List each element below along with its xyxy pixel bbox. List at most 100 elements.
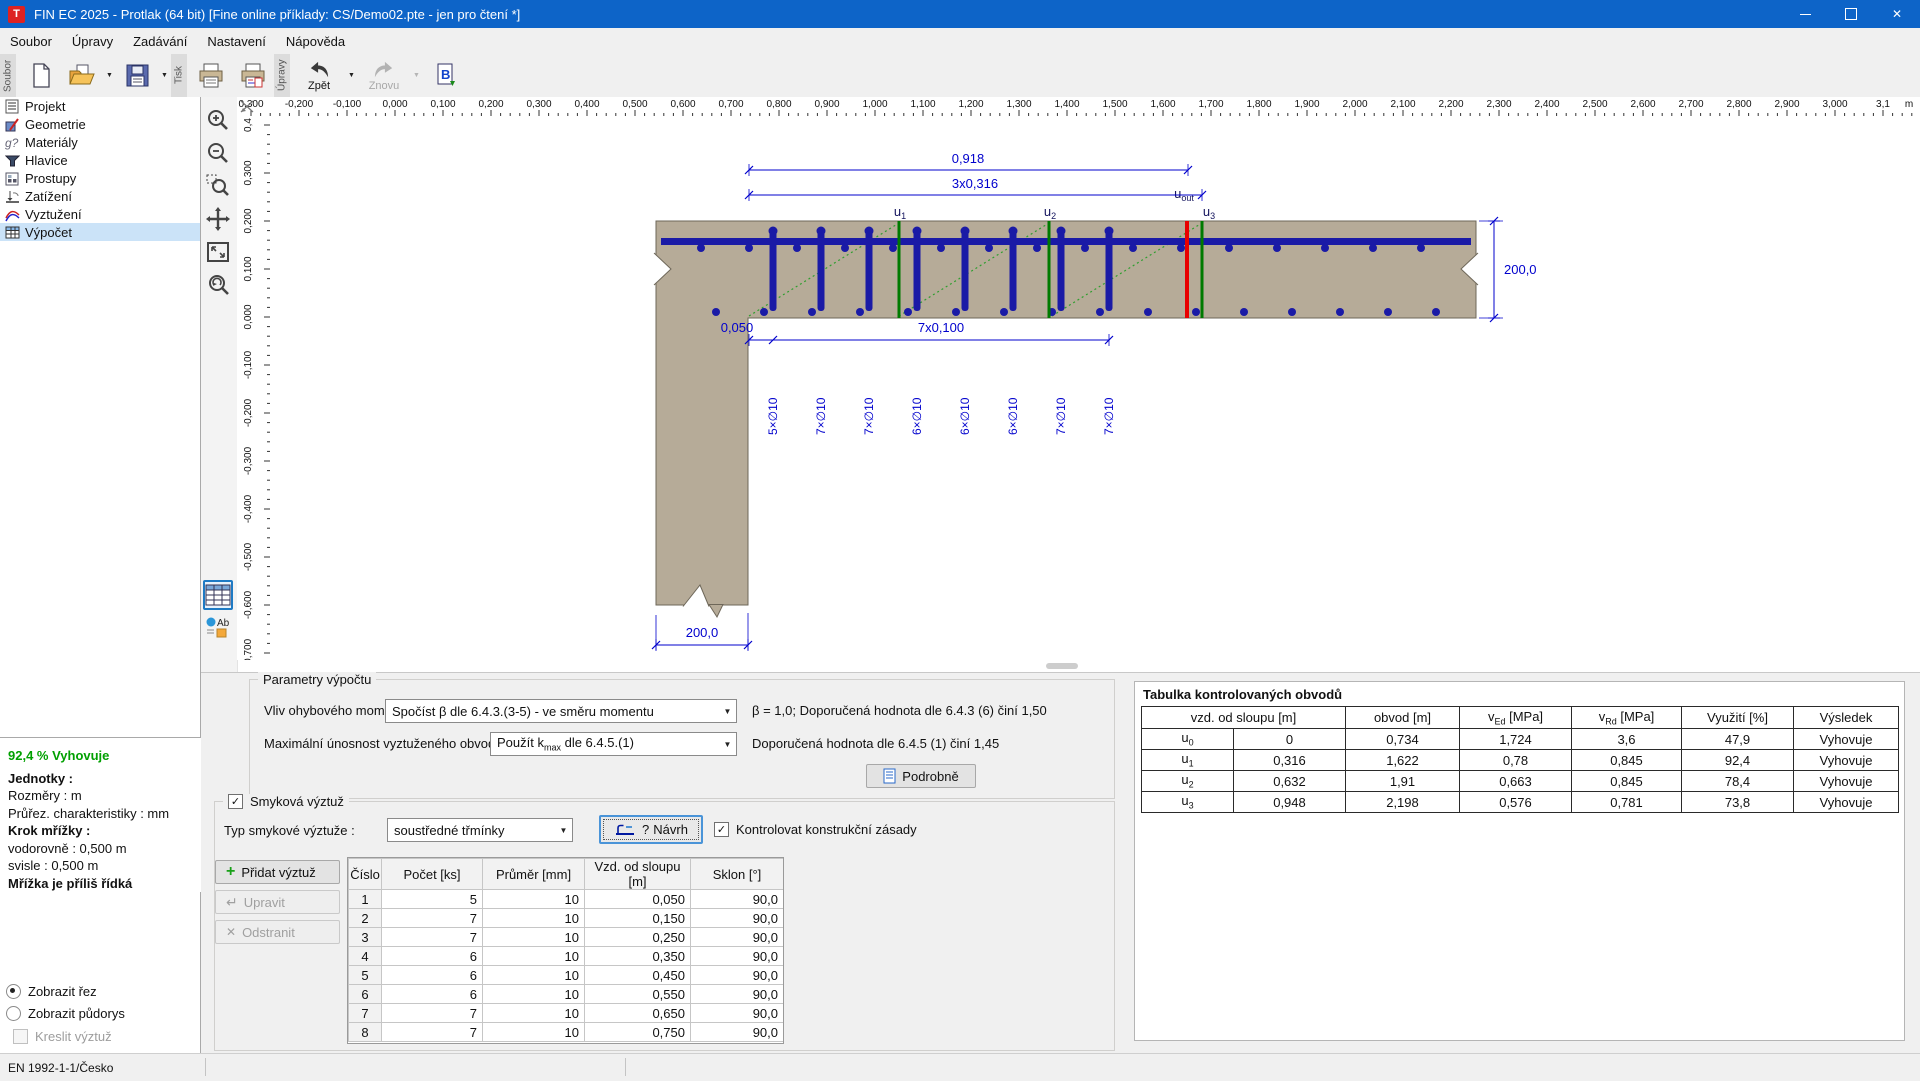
menu-item[interactable]: Soubor	[0, 28, 62, 54]
perimeter-u1-line	[898, 221, 901, 318]
model-canvas[interactable]: 5×∅107×∅107×∅106×∅106×∅106×∅107×∅107×∅10…	[271, 117, 1920, 660]
zoom-window-icon	[205, 173, 231, 199]
perimeter-u3-line	[1201, 221, 1204, 318]
menu-item[interactable]: Úpravy	[62, 28, 123, 54]
header-distance: vzd. od sloupu [m]	[1142, 707, 1346, 729]
table-row[interactable]: 46100,35090,0	[349, 947, 784, 966]
results-cell: 0,576	[1460, 792, 1572, 813]
table-row[interactable]: 77100,65090,0	[349, 1004, 784, 1023]
results-cell: 2,198	[1346, 792, 1460, 813]
perimeter-name: u0	[1142, 729, 1234, 750]
open-file-button[interactable]	[61, 56, 103, 96]
moment-combo[interactable]: Spočíst β dle 6.4.3.(3-5) - ve směru mom…	[385, 699, 737, 723]
add-reinforcement-button[interactable]: + Přidat výztuž	[215, 860, 340, 884]
header-perimeter: obvod [m]	[1346, 707, 1460, 729]
column-header: Číslo	[349, 859, 382, 890]
open-dropdown-arrow[interactable]: ▼	[103, 58, 116, 94]
table-row[interactable]: 37100,25090,0	[349, 928, 784, 947]
shear-type-combo[interactable]: soustředné třmínky ▼	[387, 818, 573, 842]
undo-dropdown-arrow[interactable]: ▼	[345, 58, 358, 94]
toolbar-group-edit-label: Úpravy	[274, 54, 290, 97]
radio-show-plan[interactable]: Zobrazit půdorys	[6, 1006, 125, 1021]
new-file-button[interactable]	[19, 56, 61, 96]
export-results-button[interactable]: B	[429, 56, 465, 96]
sidebar-item-5[interactable]: Prostupy	[0, 169, 200, 187]
menu-item[interactable]: Nápověda	[276, 28, 355, 54]
detail-button[interactable]: Podrobně	[866, 764, 976, 788]
show-table-button[interactable]	[203, 580, 233, 610]
menu-item[interactable]: Nastavení	[197, 28, 276, 54]
perimeter-name: u1	[1142, 750, 1234, 771]
pan-icon	[205, 206, 231, 232]
close-button[interactable]: ✕	[1874, 0, 1920, 28]
table-cell: 0,450	[585, 966, 691, 985]
stirrup-label: 7×∅10	[1102, 397, 1116, 435]
rebar-dot	[1240, 308, 1248, 316]
svg-text:2,800: 2,800	[1726, 99, 1751, 110]
zoom-window-button[interactable]	[203, 171, 233, 201]
edit-reinforcement-button[interactable]: ↵ Upravit	[215, 890, 340, 914]
table-cell: 10	[483, 947, 585, 966]
kmax-combo[interactable]: Použít kmax dle 6.4.5.(1) ▼	[490, 732, 737, 756]
rebar-dot	[1432, 308, 1440, 316]
undo-button[interactable]: Zpět	[293, 55, 345, 96]
table-cell: 10	[483, 966, 585, 985]
tree-item-icon: g?	[4, 134, 21, 150]
table-cell: 8	[349, 1023, 382, 1042]
results-cell: 0,845	[1572, 750, 1682, 771]
svg-text:1,300: 1,300	[1006, 99, 1031, 110]
results-cell: 0,781	[1572, 792, 1682, 813]
menu-bar: SouborÚpravyZadáváníNastaveníNápověda	[0, 28, 1920, 55]
print-button[interactable]	[190, 56, 232, 96]
results-cell: Vyhovuje	[1794, 750, 1899, 771]
redo-button[interactable]: Znovu	[358, 55, 410, 96]
table-row[interactable]: 15100,05090,0	[349, 890, 784, 909]
sidebar-item-2[interactable]: Geometrie	[0, 115, 200, 133]
redo-dropdown-arrow[interactable]: ▼	[410, 58, 423, 94]
results-cell: 0,78	[1460, 750, 1572, 771]
table-row[interactable]: 87100,75090,0	[349, 1023, 784, 1042]
zoom-in-button[interactable]	[203, 105, 233, 135]
horizontal-scrollbar[interactable]	[1046, 663, 1078, 669]
design-button[interactable]: ? Návrh	[599, 815, 703, 844]
pan-button[interactable]	[203, 204, 233, 234]
tree-item-icon	[4, 116, 21, 132]
rebar-dot	[1192, 308, 1200, 316]
plus-icon: +	[226, 863, 235, 881]
svg-text:2,300: 2,300	[1486, 99, 1511, 110]
shear-group-title[interactable]: ✓ Smyková výztuž	[223, 794, 349, 809]
svg-text:2,700: 2,700	[1678, 99, 1703, 110]
perimeter-name: u3	[1142, 792, 1234, 813]
check-rules-checkbox[interactable]: ✓ Kontrolovat konstrukční zásady	[714, 822, 917, 837]
zoom-previous-button[interactable]	[203, 270, 233, 300]
maximize-button[interactable]	[1828, 0, 1874, 28]
sidebar-item-1[interactable]: Projekt	[0, 97, 200, 115]
sidebar-item-7[interactable]: Vyztužení	[0, 205, 200, 223]
radio-show-section[interactable]: Zobrazit řez	[6, 984, 97, 999]
print-settings-button[interactable]	[232, 56, 274, 96]
minimize-button[interactable]	[1782, 0, 1828, 28]
delete-reinforcement-button[interactable]: ✕ Odstranit	[215, 920, 340, 944]
table-row[interactable]: 66100,55090,0	[349, 985, 784, 1004]
save-button[interactable]	[116, 56, 158, 96]
table-cell: 10	[483, 1004, 585, 1023]
svg-text:-0,100: -0,100	[243, 350, 254, 379]
grid-warning: Mřížka je příliš řídká	[8, 875, 207, 893]
sidebar-item-4[interactable]: Hlavice	[0, 151, 200, 169]
sidebar-item-6[interactable]: Zatížení	[0, 187, 200, 205]
sidebar-item-8[interactable]: Výpočet	[0, 223, 200, 241]
zoom-out-button[interactable]	[203, 138, 233, 168]
table-row[interactable]: 27100,15090,0	[349, 909, 784, 928]
svg-text:Ab: Ab	[217, 618, 230, 629]
zoom-fit-button[interactable]	[203, 237, 233, 267]
reinforcement-table[interactable]: ČísloPočet [ks]Průměr [mm]Vzd. od sloupu…	[347, 857, 784, 1044]
table-row[interactable]: 56100,45090,0	[349, 966, 784, 985]
display-settings-button[interactable]: Ab	[203, 613, 233, 643]
chevron-down-icon: ▼	[719, 740, 736, 749]
menu-item[interactable]: Zadávání	[123, 28, 197, 54]
save-dropdown-arrow[interactable]: ▼	[158, 58, 171, 94]
checkbox-draw-rebar[interactable]: Kreslit výztuž	[13, 1029, 112, 1044]
results-table: vzd. od sloupu [m] obvod [m] vEd [MPa] v…	[1141, 706, 1899, 813]
sidebar-item-3[interactable]: g?Materiály	[0, 133, 200, 151]
svg-text:2,900: 2,900	[1774, 99, 1799, 110]
